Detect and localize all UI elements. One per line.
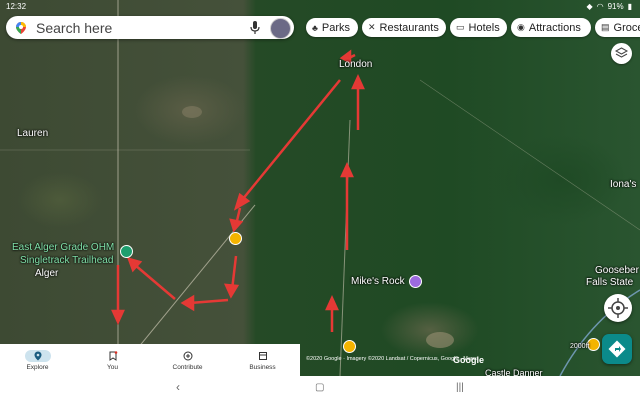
nav-explore[interactable]: Explore (0, 344, 75, 376)
map-label-castle-danner[interactable]: Castle Danner (485, 368, 543, 376)
search-bar[interactable] (6, 16, 294, 39)
status-bar: 12:32 ◆ ◠ 91% ▮ (0, 0, 640, 13)
satellite-map[interactable]: London Lauren East Alger Grade OHM Singl… (0, 0, 640, 376)
back-icon[interactable]: ‹ (176, 380, 180, 394)
my-location-button[interactable] (604, 294, 632, 322)
bottom-navigation: Explore You Contribute Business (0, 344, 300, 376)
status-icons: ◆ ◠ 91% ▮ (586, 2, 632, 11)
status-time: 12:32 (6, 2, 27, 11)
camera-icon: ◉ (517, 22, 525, 32)
map-label-elevation: 2000ft (570, 343, 590, 350)
yellow-poi-marker-1[interactable] (229, 232, 242, 245)
microphone-icon[interactable] (250, 21, 260, 34)
bed-icon: ▭ (456, 22, 465, 32)
directions-button[interactable] (602, 334, 632, 364)
map-label-alger[interactable]: Alger (35, 268, 58, 279)
cart-icon: ▤ (601, 22, 610, 32)
bookmark-icon (100, 350, 126, 362)
chip-restaurants[interactable]: ✕ Restaurants (362, 18, 446, 37)
recents-icon[interactable]: ||| (456, 382, 464, 393)
maps-screen: London Lauren East Alger Grade OHM Singl… (0, 0, 640, 400)
map-attribution: ©2020 Google · Imagery ©2020 Landsat / C… (306, 356, 477, 362)
nav-business[interactable]: Business (225, 344, 300, 376)
map-label-ionas[interactable]: Iona's (610, 179, 636, 190)
map-label-trailhead-line2[interactable]: Singletrack Trailhead (20, 255, 113, 266)
map-label-london[interactable]: London (339, 59, 372, 70)
map-label-lauren[interactable]: Lauren (17, 128, 48, 139)
map-label-trailhead-line1[interactable]: East Alger Grade OHM (12, 242, 114, 253)
system-navigation-bar: ‹ ▢ ||| (0, 376, 640, 400)
google-logo: Google (453, 355, 484, 365)
nav-you[interactable]: You (75, 344, 150, 376)
chip-groceries[interactable]: ▤Groce (595, 18, 640, 37)
location-status-icon: ◆ (586, 2, 593, 11)
crosshair-icon (608, 298, 628, 318)
mikes-rock-poi-marker[interactable] (409, 275, 422, 288)
chip-parks[interactable]: ♣ Parks (306, 18, 358, 37)
directions-arrow-icon (608, 340, 626, 358)
fork-knife-icon: ✕ (368, 22, 376, 32)
storefront-icon (250, 350, 276, 362)
layers-button[interactable] (611, 43, 632, 64)
map-label-gooseberry-line2[interactable]: Falls State (586, 277, 633, 288)
google-maps-pin-icon (16, 21, 26, 34)
chip-attractions[interactable]: ◉ Attractions (511, 18, 591, 37)
nav-contribute[interactable]: Contribute (150, 344, 225, 376)
trailhead-poi-marker[interactable] (120, 245, 133, 258)
battery-level: 91% (607, 2, 624, 11)
battery-icon: ▮ (627, 2, 632, 11)
map-overlay (0, 0, 640, 376)
map-label-mikes-rock[interactable]: Mike's Rock (351, 276, 405, 287)
chip-hotels[interactable]: ▭ Hotels (450, 18, 507, 37)
layers-icon (614, 47, 629, 58)
account-avatar[interactable] (270, 18, 291, 39)
search-input[interactable] (34, 18, 238, 37)
yellow-poi-marker-2[interactable] (343, 340, 356, 353)
home-icon[interactable]: ▢ (315, 382, 324, 393)
wifi-icon: ◠ (596, 2, 604, 11)
map-label-gooseberry-line1[interactable]: Gooseber (595, 265, 639, 276)
add-circle-icon (175, 350, 201, 362)
explore-pin-icon (24, 349, 51, 362)
tree-icon: ♣ (312, 22, 318, 33)
